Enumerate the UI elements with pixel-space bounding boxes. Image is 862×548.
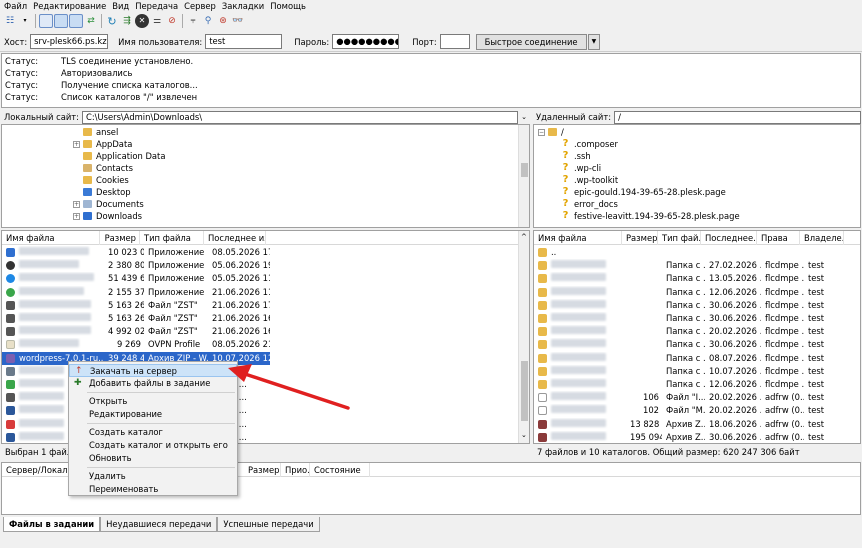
annotation-arrow [228, 364, 350, 410]
arrow-head [228, 364, 252, 382]
arrow-shaft [240, 371, 350, 410]
